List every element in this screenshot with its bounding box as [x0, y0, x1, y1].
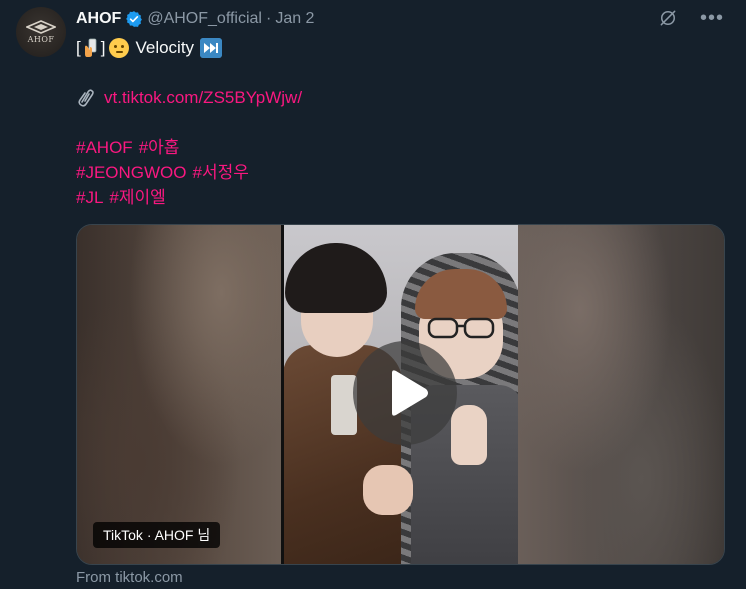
- more-icon[interactable]: •••: [700, 8, 724, 28]
- hashtag-link[interactable]: #서정우: [193, 160, 249, 185]
- separator-dot: ·: [265, 10, 272, 27]
- tweet-text: [ ] Velocity vt.tiktok.com/ZS5BYpWjw/ #A…: [76, 35, 302, 210]
- hashtag-link[interactable]: #JL: [76, 185, 103, 210]
- media-source-label: TikTok · AHOF 님: [93, 522, 221, 548]
- title-text: Velocity: [135, 38, 195, 57]
- bracket-close: ]: [100, 38, 106, 57]
- card-source-domain[interactable]: From tiktok.com: [76, 569, 183, 586]
- avatar-logo-icon: [26, 20, 56, 34]
- hashtag-row: #JEONGWOO #서정우: [76, 160, 302, 185]
- hashtag-link[interactable]: #JEONGWOO: [76, 160, 187, 185]
- author-name[interactable]: AHOF: [76, 10, 121, 28]
- tweet-date[interactable]: Jan 2: [275, 10, 314, 28]
- author-handle[interactable]: @AHOF_official: [147, 10, 262, 28]
- hashtag-link[interactable]: #AHOF: [76, 135, 133, 160]
- paperclip-icon: [78, 88, 94, 107]
- link-line: vt.tiktok.com/ZS5BYpWjw/: [76, 85, 302, 110]
- hashtag-row: #JL #제이엘: [76, 185, 302, 210]
- verified-badge-icon: [126, 11, 143, 27]
- blurred-backdrop-left: [77, 225, 283, 564]
- tweet-header: AHOF @AHOF_official · Jan 2: [76, 8, 314, 30]
- play-button[interactable]: [353, 341, 457, 445]
- mobile-phone-hand-icon: [84, 38, 97, 57]
- grok-icon[interactable]: [658, 8, 678, 28]
- tiktok-link[interactable]: vt.tiktok.com/ZS5BYpWjw/: [104, 85, 302, 110]
- tweet-actions-top: •••: [658, 8, 724, 28]
- hashtag-row: #AHOF #아홉: [76, 135, 302, 160]
- next-track-icon: [200, 37, 223, 58]
- blurred-backdrop-right: [518, 225, 724, 564]
- avatar-text: AHOF: [27, 35, 55, 44]
- title-line: [ ] Velocity: [76, 35, 302, 60]
- media-card[interactable]: TikTok · AHOF 님: [76, 224, 725, 565]
- play-icon: [392, 370, 428, 416]
- thinking-face-icon: [109, 37, 130, 58]
- bracket-open: [: [76, 38, 81, 57]
- hashtag-link[interactable]: #제이엘: [109, 185, 165, 210]
- hashtag-link[interactable]: #아홉: [139, 135, 180, 160]
- avatar[interactable]: AHOF: [16, 7, 66, 57]
